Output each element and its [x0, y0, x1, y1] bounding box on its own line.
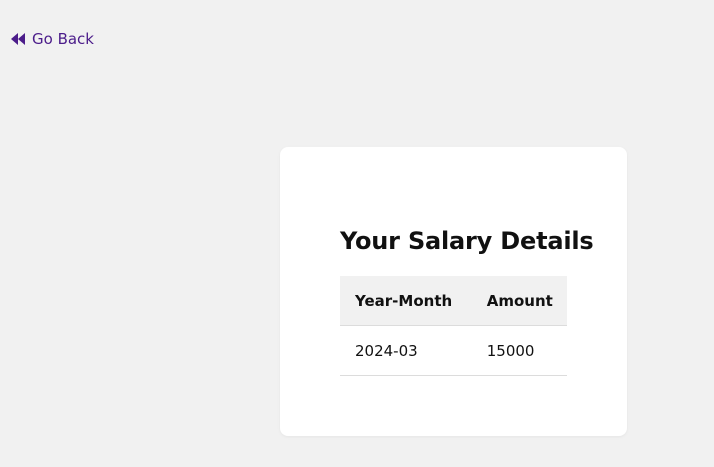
column-header-year-month: Year-Month	[340, 276, 472, 326]
cell-amount: 15000	[471, 325, 567, 376]
go-back-link[interactable]: Go Back	[10, 30, 94, 48]
cell-year-month: 2024-03	[340, 325, 472, 376]
table-row: 2024-03 15000	[340, 325, 567, 376]
table-header-row: Year-Month Amount	[340, 276, 567, 326]
salary-table: Year-Month Amount 2024-03 15000	[340, 276, 567, 376]
go-back-label: Go Back	[32, 30, 94, 48]
salary-card: Your Salary Details Year-Month Amount 20…	[280, 147, 627, 436]
column-header-amount: Amount	[471, 276, 567, 326]
fast-rewind-icon	[10, 33, 26, 45]
page-title: Your Salary Details	[340, 227, 594, 255]
